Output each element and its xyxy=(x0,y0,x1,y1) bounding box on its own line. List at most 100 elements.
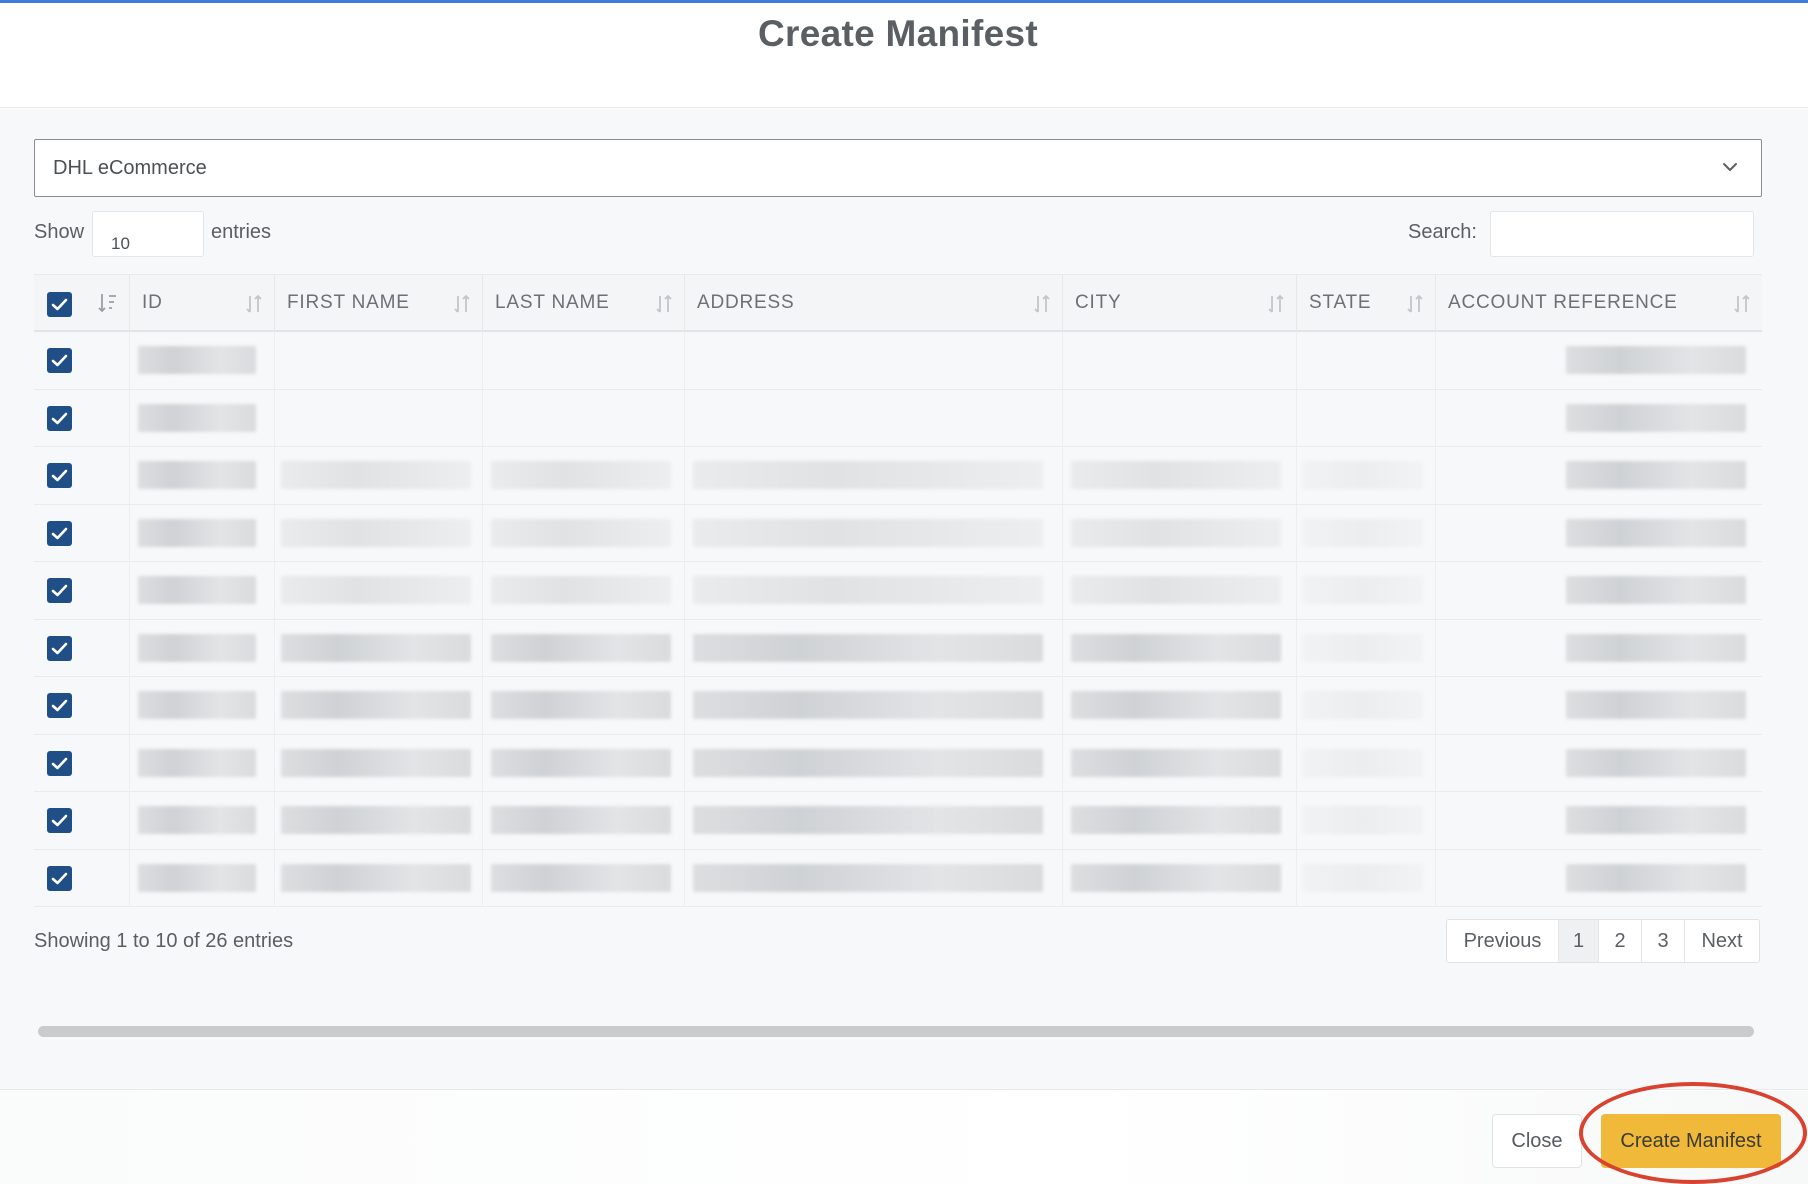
cell-city xyxy=(1063,792,1297,849)
row-select-cell xyxy=(34,734,130,792)
cell-address xyxy=(685,734,1063,792)
carrier-select[interactable]: DHL eCommerce xyxy=(34,139,1762,197)
sort-both-icon xyxy=(1034,294,1050,313)
table-row[interactable] xyxy=(34,447,1762,505)
column-header-account-reference[interactable]: ACCOUNT REFERENCE xyxy=(1436,275,1762,333)
row-checkbox[interactable] xyxy=(47,693,72,718)
row-select-cell xyxy=(34,447,130,504)
cell-state xyxy=(1297,677,1436,734)
row-checkbox[interactable] xyxy=(47,750,72,776)
table-row[interactable] xyxy=(34,734,1762,792)
row-checkbox[interactable] xyxy=(47,808,72,833)
create-manifest-button[interactable]: Create Manifest xyxy=(1601,1114,1781,1168)
redacted-value xyxy=(138,346,256,374)
table-row[interactable] xyxy=(34,619,1762,677)
close-button[interactable]: Close xyxy=(1492,1114,1582,1168)
cell-account-reference xyxy=(1436,620,1762,677)
row-checkbox[interactable] xyxy=(47,520,72,546)
sort-both-icon xyxy=(246,294,262,313)
redacted-value xyxy=(281,691,471,719)
column-header-state[interactable]: STATE xyxy=(1297,275,1436,333)
cell-id xyxy=(130,792,275,849)
redacted-value xyxy=(491,518,671,547)
redacted-value xyxy=(1566,518,1746,547)
cell-address xyxy=(685,792,1063,849)
sort-both-icon xyxy=(454,294,470,313)
cell-account-reference xyxy=(1436,332,1762,389)
table-row[interactable] xyxy=(34,677,1762,735)
row-checkbox[interactable] xyxy=(47,635,72,661)
horizontal-scrollbar[interactable] xyxy=(38,1026,1754,1037)
cell-state xyxy=(1297,562,1436,619)
cell-city xyxy=(1063,849,1297,907)
cell-address xyxy=(685,677,1063,734)
redacted-value xyxy=(138,633,256,662)
column-label: ACCOUNT REFERENCE xyxy=(1448,292,1678,313)
cell-id xyxy=(130,677,275,734)
cell-state xyxy=(1297,734,1436,792)
row-checkbox[interactable] xyxy=(47,348,72,373)
cell-last-name xyxy=(483,677,685,734)
modal-title: Create Manifest xyxy=(757,13,1039,54)
redacted-value xyxy=(693,863,1043,892)
cell-city xyxy=(1063,447,1297,504)
row-checkbox[interactable] xyxy=(47,865,72,891)
sort-both-icon xyxy=(656,294,672,313)
redacted-value xyxy=(1303,518,1423,547)
column-label: STATE xyxy=(1309,292,1372,313)
table-row[interactable] xyxy=(34,389,1762,447)
redacted-value xyxy=(1303,633,1423,662)
cell-id xyxy=(130,562,275,619)
column-header-id[interactable]: ID xyxy=(130,275,275,333)
row-checkbox[interactable] xyxy=(47,463,72,488)
search-input[interactable] xyxy=(1490,211,1754,257)
cell-last-name xyxy=(483,849,685,907)
redacted-value xyxy=(693,806,1043,834)
cell-address xyxy=(685,849,1063,907)
row-checkbox[interactable] xyxy=(47,578,72,603)
column-header-last-name[interactable]: LAST NAME xyxy=(483,275,685,333)
cell-city xyxy=(1063,677,1297,734)
column-label: ADDRESS xyxy=(697,292,795,313)
cell-account-reference xyxy=(1436,677,1762,734)
cell-state xyxy=(1297,447,1436,504)
row-select-cell xyxy=(34,504,130,562)
cell-id xyxy=(130,504,275,562)
redacted-value xyxy=(693,633,1043,662)
redacted-value xyxy=(1071,518,1281,547)
cell-id xyxy=(130,619,275,677)
column-label: ID xyxy=(142,292,163,313)
column-header-address[interactable]: ADDRESS xyxy=(685,275,1063,333)
sort-ascending-icon[interactable] xyxy=(96,291,120,315)
redacted-value xyxy=(281,633,471,662)
redacted-value xyxy=(138,806,256,834)
page-button-1[interactable]: 1 xyxy=(1559,920,1599,962)
page-button-3[interactable]: 3 xyxy=(1642,920,1685,962)
cell-state xyxy=(1297,332,1436,389)
cell-state xyxy=(1297,504,1436,562)
cell-last-name xyxy=(483,389,685,447)
cell-last-name xyxy=(483,734,685,792)
row-checkbox[interactable] xyxy=(47,405,72,431)
table-row[interactable] xyxy=(34,562,1762,620)
redacted-value xyxy=(1071,748,1281,777)
previous-page-button[interactable]: Previous xyxy=(1447,920,1559,962)
header-select-cell xyxy=(34,275,130,333)
table-row[interactable] xyxy=(34,332,1762,390)
cell-address xyxy=(685,619,1063,677)
redacted-value xyxy=(281,576,471,604)
cell-first-name xyxy=(275,389,483,447)
entries-per-page-input[interactable]: 10 xyxy=(92,211,204,257)
cell-account-reference xyxy=(1436,390,1762,447)
table-row[interactable] xyxy=(34,792,1762,850)
column-header-city[interactable]: CITY xyxy=(1063,275,1297,333)
table-row[interactable] xyxy=(34,504,1762,562)
select-all-checkbox[interactable] xyxy=(47,292,72,317)
table-row[interactable] xyxy=(34,849,1762,907)
page-button-2[interactable]: 2 xyxy=(1599,920,1642,962)
column-header-first-name[interactable]: FIRST NAME xyxy=(275,275,483,333)
redacted-value xyxy=(281,863,471,892)
next-page-button[interactable]: Next xyxy=(1685,920,1759,962)
redacted-value xyxy=(1566,403,1746,432)
column-label: LAST NAME xyxy=(495,292,610,313)
